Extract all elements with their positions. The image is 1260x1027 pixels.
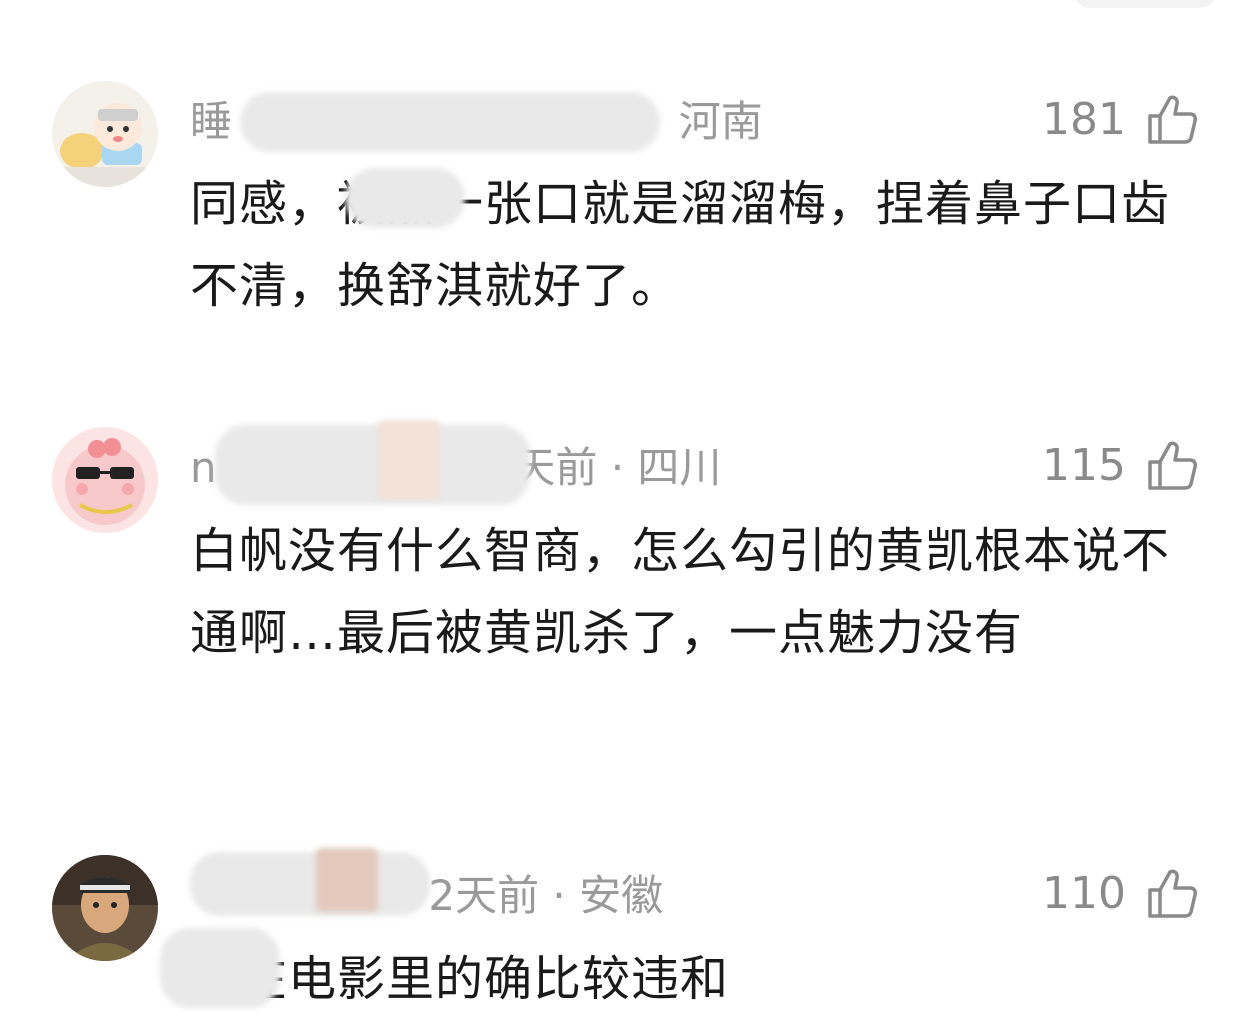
like-count: 110 <box>1042 868 1126 919</box>
like-control[interactable]: 110 <box>1042 864 1200 924</box>
thumbs-up-icon[interactable] <box>1144 866 1200 922</box>
time-location: 2天前 · 安徽 <box>428 871 664 920</box>
comment-text: 看在电影里的确比较违和 <box>190 951 730 1007</box>
redaction-blur <box>190 852 430 916</box>
redaction-blur <box>160 928 280 1008</box>
comment-item: 2天前 · 安徽 110 看在电影里的确比较违和 <box>0 0 1260 1027</box>
avatar[interactable] <box>52 855 158 961</box>
redaction-blur <box>316 848 378 912</box>
